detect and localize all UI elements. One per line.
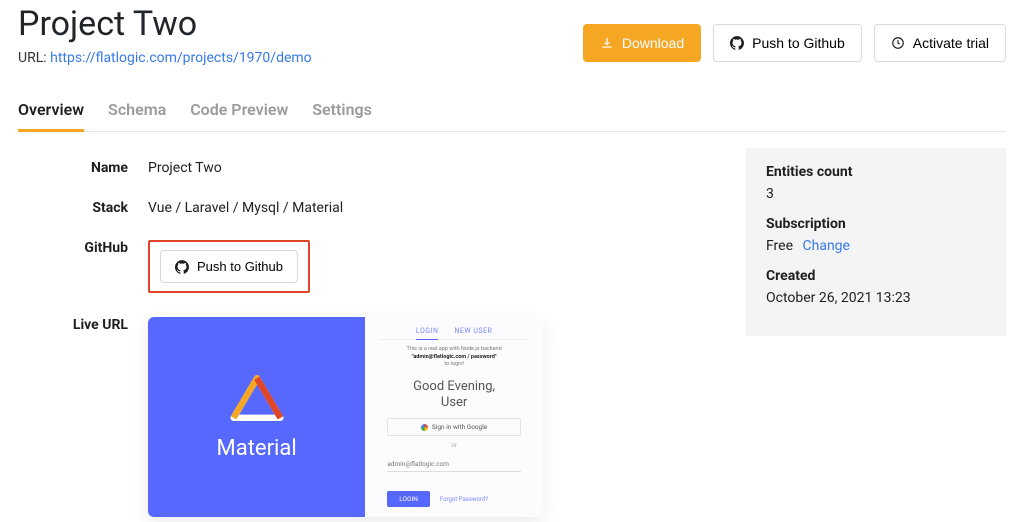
preview-login-panel: LOGIN NEW USER This is a real app with N… (365, 317, 543, 517)
created-value: October 26, 2021 13:23 (766, 290, 986, 306)
activate-trial-button-label: Activate trial (913, 35, 989, 51)
github-icon (730, 36, 744, 50)
github-push-button-inline-label: Push to Github (197, 259, 283, 274)
preview-footer: LOGIN Forgot Password? (387, 491, 521, 507)
tab-code-preview[interactable]: Code Preview (190, 94, 288, 131)
preview-note-line1: This is a real app with Node.js backend (379, 346, 529, 354)
url-label: URL: (18, 50, 47, 66)
preview-tab-login: LOGIN (416, 327, 439, 340)
sidebar: Entities count 3 Subscription Free Chang… (746, 148, 1006, 336)
preview-login-button: LOGIN (387, 491, 430, 507)
subscription-change-link[interactable]: Change (803, 238, 850, 254)
activate-trial-button[interactable]: Activate trial (874, 24, 1006, 62)
stack-label: Stack (18, 196, 128, 216)
github-push-button-inline[interactable]: Push to Github (160, 250, 298, 283)
subscription-value-row: Free Change (766, 238, 986, 254)
preview-note-line2: "admin@flatlogic.com / password" (412, 354, 497, 360)
stack-value: Vue / Laravel / Mysql / Material (148, 196, 722, 216)
name-label: Name (18, 156, 128, 176)
github-label: GitHub (18, 236, 128, 256)
entities-count-label: Entities count (766, 164, 986, 180)
download-button[interactable]: Download (583, 24, 701, 62)
body-row: Name Project Two Stack Vue / Laravel / M… (18, 148, 1006, 517)
preview-or-divider: or (379, 442, 529, 449)
live-url-label: Live URL (18, 313, 128, 333)
project-url-link[interactable]: https://flatlogic.com/projects/1970/demo (50, 50, 312, 66)
preview-mini-tabs: LOGIN NEW USER (379, 327, 529, 340)
material-brand-text: Material (217, 436, 297, 461)
github-highlight-box: Push to Github (148, 240, 310, 293)
triangle-logo-icon (230, 374, 284, 422)
page-title: Project Two (18, 4, 312, 44)
preview-note-line3: to login! (379, 361, 529, 369)
preview-greeting-line1: Good Evening, (379, 379, 529, 395)
tabs: Overview Schema Code Preview Settings (18, 94, 1006, 132)
created-label: Created (766, 268, 986, 284)
overview-grid: Name Project Two Stack Vue / Laravel / M… (18, 148, 722, 517)
name-value: Project Two (148, 156, 722, 176)
subscription-value: Free (766, 238, 793, 254)
entities-count-value: 3 (766, 186, 986, 202)
preview-google-signin-label: Sign in with Google (432, 423, 487, 431)
push-github-button[interactable]: Push to Github (713, 24, 862, 62)
google-logo-icon (421, 424, 428, 431)
preview-tab-new-user: NEW USER (454, 327, 492, 335)
tab-schema[interactable]: Schema (108, 94, 166, 131)
download-icon (600, 36, 614, 50)
preview-note: This is a real app with Node.js backend … (379, 346, 529, 369)
page-header: Project Two URL: https://flatlogic.com/p… (18, 0, 1006, 66)
header-actions: Download Push to Github Activate trial (583, 4, 1006, 62)
preview-greeting-line2: User (379, 395, 529, 411)
tab-overview[interactable]: Overview (18, 94, 84, 132)
clock-icon (891, 36, 905, 50)
preview-email-input: admin@flatlogic.com (387, 457, 521, 472)
subscription-label: Subscription (766, 216, 986, 232)
title-wrap: Project Two URL: https://flatlogic.com/p… (18, 4, 312, 66)
preview-brand-panel: Material (148, 317, 365, 517)
github-icon (175, 260, 189, 274)
github-cell: Push to Github (148, 236, 722, 293)
preview-google-signin-button: Sign in with Google (387, 418, 521, 436)
live-url-cell: Material LOGIN NEW USER This is a real a… (148, 313, 722, 517)
tab-settings[interactable]: Settings (312, 94, 372, 131)
push-github-button-label: Push to Github (752, 35, 845, 51)
preview-greeting: Good Evening, User (379, 379, 529, 410)
preview-card[interactable]: Material LOGIN NEW USER This is a real a… (148, 317, 543, 517)
project-url-line: URL: https://flatlogic.com/projects/1970… (18, 50, 312, 66)
download-button-label: Download (622, 35, 684, 51)
preview-forgot-link: Forgot Password? (440, 496, 488, 503)
